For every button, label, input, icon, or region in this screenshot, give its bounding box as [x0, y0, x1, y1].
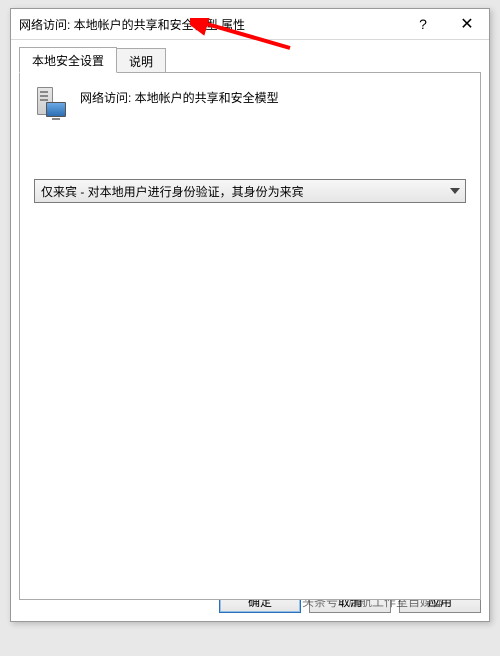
model-dropdown[interactable]: 仅来宾 - 对本地用户进行身份验证，其身份为来宾: [34, 179, 466, 203]
help-icon: ?: [419, 16, 427, 32]
close-button[interactable]: ✕: [445, 9, 489, 39]
tab-label: 说明: [129, 55, 153, 69]
close-icon: ✕: [460, 14, 473, 34]
heading-text: 网络访问: 本地帐户的共享和安全模型: [80, 87, 279, 106]
dialog-title: 网络访问: 本地帐户的共享和安全模型 属性: [11, 16, 401, 33]
tab-row: 本地安全设置 说明: [19, 48, 481, 72]
tab-header-area: 本地安全设置 说明: [11, 40, 489, 72]
titlebar: 网络访问: 本地帐户的共享和安全模型 属性 ? ✕: [11, 9, 489, 40]
tab-label: 本地安全设置: [32, 54, 104, 68]
chevron-down-icon: [445, 180, 465, 202]
properties-dialog: 网络访问: 本地帐户的共享和安全模型 属性 ? ✕ 本地安全设置 说明 网络访问…: [10, 8, 490, 622]
tab-explanation[interactable]: 说明: [116, 48, 166, 73]
dropdown-selected-text: 仅来宾 - 对本地用户进行身份验证，其身份为来宾: [35, 183, 445, 200]
heading-row: 网络访问: 本地帐户的共享和安全模型: [20, 73, 480, 119]
tab-panel: 网络访问: 本地帐户的共享和安全模型 仅来宾 - 对本地用户进行身份验证，其身份…: [19, 72, 481, 600]
tab-local-security-settings[interactable]: 本地安全设置: [19, 47, 117, 73]
dropdown-wrap: 仅来宾 - 对本地用户进行身份验证，其身份为来宾: [34, 179, 466, 203]
help-button[interactable]: ?: [401, 9, 445, 39]
server-icon: [34, 87, 66, 119]
